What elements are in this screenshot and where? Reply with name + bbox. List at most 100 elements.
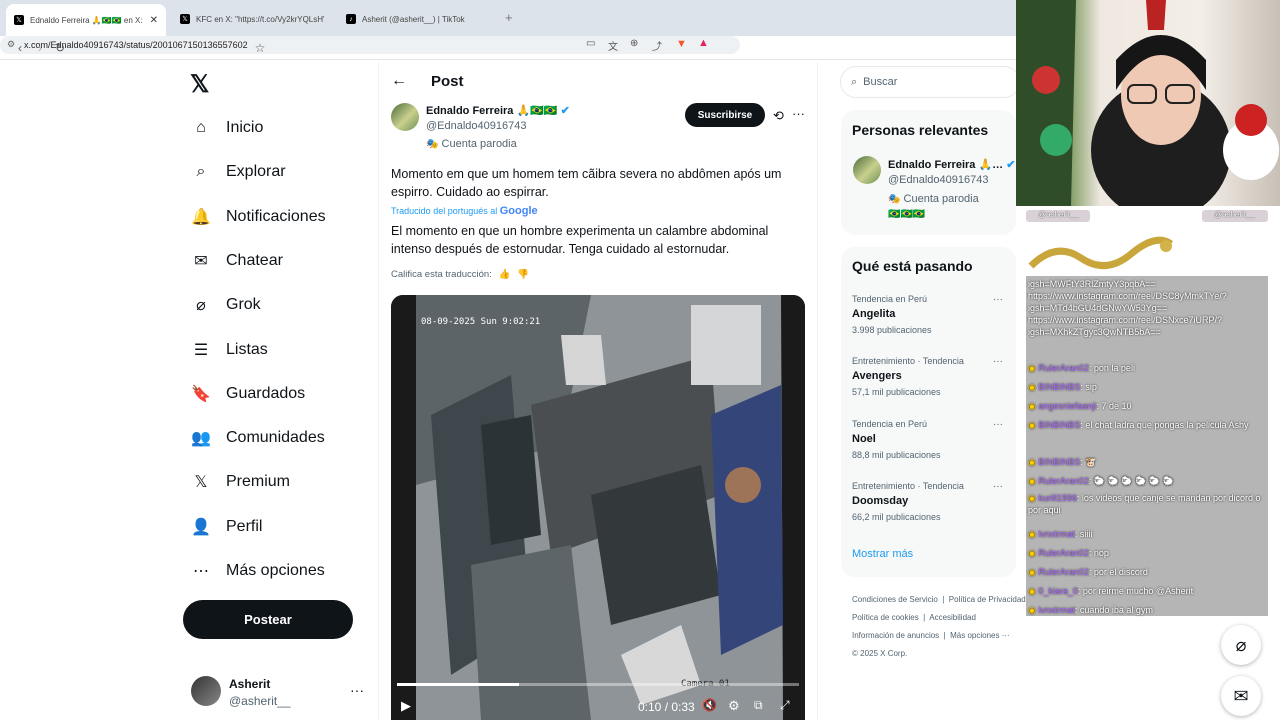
- thumbs-down-icon[interactable]: 👎: [517, 269, 529, 280]
- footer-link[interactable]: Condiciones de Servicio: [852, 595, 938, 604]
- post-button[interactable]: Postear: [183, 600, 353, 639]
- rewards-icon[interactable]: ▲: [698, 37, 709, 49]
- browser-tab[interactable]: 𝕏 KFC en X: "https://t.co/Vy2krYQLsH": [172, 6, 332, 32]
- sidebar-item-más-opciones[interactable]: ⋯ Más opciones: [190, 555, 325, 587]
- show-more-link[interactable]: Mostrar más: [852, 548, 913, 560]
- post-more-icon[interactable]: ···: [792, 106, 805, 121]
- sidebar-item-comunidades[interactable]: 👥 Comunidades: [190, 422, 325, 454]
- share-icon[interactable]: ⤴: [652, 38, 662, 53]
- sidebar-item-label: Notificaciones: [226, 207, 326, 225]
- x-logo-icon[interactable]: 𝕏: [190, 70, 209, 99]
- chat-username[interactable]: BINBINBS: [1038, 382, 1080, 392]
- chat-username[interactable]: angesniefaanji: [1038, 401, 1096, 411]
- video-progress-track[interactable]: [397, 683, 799, 686]
- trend-more-icon[interactable]: ···: [993, 419, 1003, 430]
- sidebar-item-inicio[interactable]: ⌂ Inicio: [190, 112, 263, 144]
- chat-badge-icon: ◉: [1028, 420, 1036, 430]
- account-more-icon[interactable]: ···: [350, 682, 364, 698]
- chat-username[interactable]: RulerAran02: [1038, 363, 1089, 373]
- chat-username[interactable]: RulerAran02: [1038, 476, 1089, 486]
- avatar[interactable]: [191, 676, 221, 706]
- messages-float-button[interactable]: ✉: [1221, 676, 1261, 716]
- close-tab-icon[interactable]: ✕: [150, 15, 158, 26]
- sidebar-item-premium[interactable]: 𝕏 Premium: [190, 466, 290, 498]
- thumbs-up-icon[interactable]: 👍: [499, 269, 511, 280]
- relevant-name[interactable]: Ednaldo Ferreira 🙏… ✔: [888, 158, 1015, 171]
- chat-message: ◉ RulerAran02: nop: [1028, 547, 1266, 559]
- sidebar-item-perfil[interactable]: 👤 Perfil: [190, 511, 262, 543]
- rate-translation: Califica esta traducción: 👍 👎: [391, 269, 529, 280]
- google-logo: Google: [499, 205, 538, 217]
- sidebar-item-guardados[interactable]: 🔖 Guardados: [190, 378, 305, 410]
- subscribe-button[interactable]: Suscribirse: [685, 103, 765, 127]
- trend-item[interactable]: Tendencia en Perú Angelita 3.998 publicaci…: [852, 294, 1002, 335]
- search-input[interactable]: ⌕ Buscar: [840, 66, 1020, 98]
- author-name[interactable]: Ednaldo Ferreira 🙏🇧🇷🇧🇷 ✔: [426, 104, 570, 117]
- trend-more-icon[interactable]: ···: [993, 294, 1003, 305]
- sidebar-item-chatear[interactable]: ✉ Chatear: [190, 245, 283, 277]
- trend-item[interactable]: Entretenimiento · Tendencia Avengers 57,1 …: [852, 356, 1002, 397]
- chat-message: ◉ RulerAran02: pon la peli: [1028, 362, 1266, 374]
- copyright: © 2025 X Corp.: [852, 649, 908, 658]
- search-placeholder: Buscar: [863, 76, 898, 88]
- account-name[interactable]: Asherit: [229, 677, 270, 691]
- parody-label: 🎭 Cuenta parodia: [426, 138, 517, 150]
- relevant-avatar[interactable]: [853, 156, 881, 184]
- footer-link[interactable]: Política de cookies: [852, 613, 919, 622]
- chat-username[interactable]: BINBINBS: [1038, 420, 1080, 430]
- trend-item[interactable]: Tendencia en Perú Noel 88,8 mil publicacio…: [852, 419, 1002, 460]
- new-tab-button[interactable]: +: [505, 10, 513, 25]
- sidebar-item-listas[interactable]: ☰ Listas: [190, 334, 268, 366]
- chat-username[interactable]: BINBINBS: [1038, 457, 1080, 467]
- play-icon[interactable]: ▶: [401, 698, 411, 714]
- fullscreen-icon[interactable]: ⤢: [780, 698, 790, 713]
- mute-icon[interactable]: 🔇: [702, 698, 717, 712]
- trend-more-icon[interactable]: ···: [993, 481, 1003, 492]
- browser-tab[interactable]: 𝕏 Ednaldo Ferreira 🙏🇧🇷🇧🇷 en X: "M… ✕: [6, 4, 166, 36]
- bookmark-page-icon[interactable]: ☆: [252, 40, 268, 56]
- screen-icon[interactable]: ▭: [586, 38, 595, 49]
- grok-float-button[interactable]: ⌀: [1221, 625, 1261, 665]
- trend-name: Noel: [852, 432, 876, 445]
- back-icon[interactable]: ←: [391, 72, 407, 90]
- url-bar[interactable]: ⚙ x.com/Ednaldo40916743/status/200106715…: [0, 36, 740, 54]
- chat-text: : sip: [1080, 382, 1097, 392]
- site-info-icon[interactable]: ⚙: [7, 39, 15, 50]
- footer-link[interactable]: Información de anuncios: [852, 631, 939, 640]
- chat-username[interactable]: lvnxtrmat: [1038, 529, 1075, 539]
- translate-icon[interactable]: 文: [608, 38, 618, 53]
- chat-username[interactable]: RulerAran02: [1038, 548, 1089, 558]
- bell-icon: 🔔: [191, 208, 211, 226]
- translation-credit[interactable]: Traducido del portugués al Google: [391, 205, 538, 217]
- video-player[interactable]: 08-09-2025 Sun 9:02:21 Camera 01 ▶ 0:10 …: [391, 295, 805, 720]
- zoom-icon[interactable]: ⊕: [630, 38, 638, 49]
- author-avatar[interactable]: [391, 103, 419, 131]
- footer-link[interactable]: Más opciones ···: [950, 631, 1010, 640]
- forward-arrow-icon[interactable]: ›: [32, 40, 48, 56]
- parody-mask-icon: 🎭: [426, 139, 439, 150]
- sidebar-item-grok[interactable]: ⌀ Grok: [190, 289, 261, 321]
- author-handle[interactable]: @Ednaldo40916743: [426, 120, 526, 132]
- sidebar-item-notificaciones[interactable]: 🔔 Notificaciones: [190, 201, 326, 233]
- chat-username[interactable]: RulerAran02: [1038, 567, 1089, 577]
- verified-badge-icon: ✔: [1006, 159, 1016, 171]
- brave-shield-icon[interactable]: ▼: [676, 38, 687, 50]
- footer-link[interactable]: Política de Privacidad: [949, 595, 1026, 604]
- browser-tab[interactable]: ♪ Asherit (@asherit__) | TikTok: [338, 6, 498, 32]
- chat-message: ◉ RulerAran02: por el discord: [1028, 566, 1266, 578]
- sidebar-item-explorar[interactable]: ⌕ Explorar: [190, 156, 286, 188]
- reload-icon[interactable]: ↻: [52, 40, 68, 56]
- address-toolbar: ‹ › ↻ ☆ ⚙ x.com/Ednaldo40916743/status/2…: [0, 36, 1016, 60]
- trend-more-icon[interactable]: ···: [993, 356, 1003, 367]
- footer-link[interactable]: Accesibilidad: [929, 613, 976, 622]
- trend-count: 66,2 mil publicaciones: [852, 511, 941, 522]
- account-handle: @asherit__: [229, 694, 291, 708]
- chat-username[interactable]: kurill1996: [1038, 493, 1077, 503]
- grok-icon[interactable]: ⟲: [773, 108, 784, 124]
- picture-in-picture-icon[interactable]: ⧉: [754, 698, 763, 713]
- chat-message: ◉ BINBINBS: 🐮: [1028, 456, 1266, 468]
- chat-username[interactable]: 0_kiara_0: [1038, 586, 1078, 596]
- chat-username[interactable]: lvnxtrmat: [1038, 605, 1075, 615]
- settings-gear-icon[interactable]: ⚙: [728, 698, 740, 714]
- trend-item[interactable]: Entretenimiento · Tendencia Doomsday 66,2 …: [852, 481, 1002, 522]
